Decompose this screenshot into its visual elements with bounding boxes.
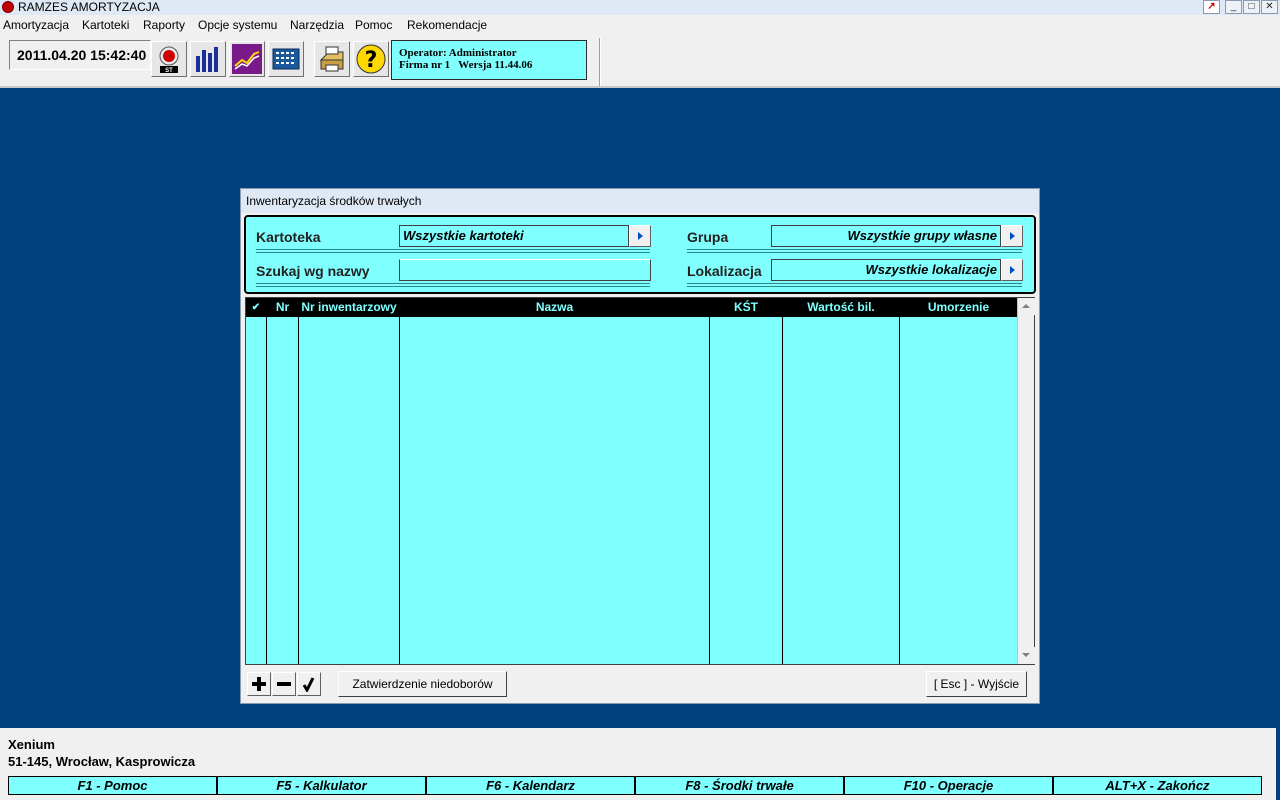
menu-opcje-systemu[interactable]: Opcje systemu <box>198 18 277 33</box>
menu-narzedzia[interactable]: Narzędzia <box>290 18 344 33</box>
printer-icon <box>319 46 344 72</box>
table-header: ✔ Nr Nr inwentarzowy Nazwa KŚT Wartość b… <box>246 298 1017 317</box>
line-chart-icon <box>232 44 262 74</box>
column-divider <box>782 298 783 664</box>
status-area: Xenium 51-145, Wrocław, Kasprowicza F1 -… <box>0 728 1276 800</box>
bar-chart-button[interactable] <box>190 41 226 77</box>
st-button[interactable]: ST <box>151 41 187 77</box>
lokalizacja-underline <box>687 283 1022 287</box>
filter-panel: Kartoteka Wszystkie kartoteki Szukaj wg … <box>244 215 1036 294</box>
printer-button[interactable] <box>314 41 350 77</box>
company-address: 51-145, Wrocław, Kasprowicza <box>8 754 196 769</box>
menu-bar: Amortyzacja Kartoteki Raporty Opcje syst… <box>0 15 1280 36</box>
st-icon: ST <box>159 46 179 74</box>
plus-icon <box>252 677 266 691</box>
svg-text:ST: ST <box>165 68 173 74</box>
f6-calendar-key[interactable]: F6 - Kalendarz <box>426 776 635 795</box>
dialog-title: Inwentaryzacja środków trwałych <box>241 189 1039 213</box>
help-icon: ? <box>356 44 386 74</box>
szukaj-underline <box>256 283 650 287</box>
remove-button[interactable] <box>272 672 296 696</box>
alt-x-quit-key[interactable]: ALT+X - Zakończ <box>1053 776 1262 795</box>
close-button[interactable]: ✕ <box>1261 0 1278 14</box>
column-divider <box>266 298 267 664</box>
kartoteka-dropdown-button[interactable] <box>629 225 651 247</box>
exit-button[interactable]: [ Esc ] - Wyjście <box>926 671 1027 697</box>
grupa-select[interactable]: Wszystkie grupy własne <box>771 225 1001 247</box>
line-chart-button[interactable] <box>229 41 265 77</box>
toolbar: 2011.04.20 15:42:40 ST ? Operator: Admin… <box>0 36 1280 88</box>
f5-calculator-key[interactable]: F5 - Kalkulator <box>217 776 426 795</box>
minimize-button[interactable]: _ <box>1225 0 1242 14</box>
col-nazwa-header[interactable]: Nazwa <box>400 298 709 317</box>
confirm-check-button[interactable] <box>297 672 321 696</box>
lokalizacja-label: Lokalizacja <box>687 263 762 279</box>
kartoteka-select[interactable]: Wszystkie kartoteki <box>399 225 629 247</box>
maximize-button[interactable]: □ <box>1243 0 1260 14</box>
column-divider <box>399 298 400 664</box>
firm-version-line: Firma nr 1 Wersja 11.44.06 <box>399 59 533 71</box>
col-kst-header[interactable]: KŚT <box>710 298 782 317</box>
f10-operations-key[interactable]: F10 - Operacje <box>844 776 1053 795</box>
company-name: Xenium <box>8 737 55 752</box>
menu-rekomendacje[interactable]: Rekomendacje <box>407 18 487 33</box>
minus-icon <box>277 682 291 686</box>
check-icon <box>302 677 315 692</box>
inventory-dialog: Inwentaryzacja środków trwałych Kartotek… <box>240 188 1040 704</box>
search-name-input[interactable] <box>399 259 651 281</box>
col-check-header[interactable]: ✔ <box>246 298 266 317</box>
szukaj-label: Szukaj wg nazwy <box>256 263 370 279</box>
col-nr-header[interactable]: Nr <box>267 298 298 317</box>
scroll-up-button[interactable] <box>1018 298 1035 315</box>
svg-text:?: ? <box>365 48 378 73</box>
datetime-display: 2011.04.20 15:42:40 <box>9 40 151 70</box>
operator-info: Operator: Administrator Firma nr 1 Wersj… <box>391 40 587 80</box>
col-nr-inwentarzowy-header[interactable]: Nr inwentarzowy <box>299 298 399 317</box>
app-shortcut-icon[interactable]: ↗ <box>1203 0 1220 14</box>
f8-fixed-assets-key[interactable]: F8 - Środki trwałe <box>635 776 844 795</box>
inventory-table[interactable]: ✔ Nr Nr inwentarzowy Nazwa KŚT Wartość b… <box>245 297 1035 665</box>
lokalizacja-dropdown-button[interactable] <box>1001 259 1023 281</box>
app-title: RAMZES AMORTYZACJA <box>18 0 160 14</box>
grupa-dropdown-button[interactable] <box>1001 225 1023 247</box>
lokalizacja-select[interactable]: Wszystkie lokalizacje <box>771 259 1001 281</box>
menu-kartoteki[interactable]: Kartoteki <box>82 18 129 33</box>
app-icon <box>2 1 14 13</box>
menu-amortyzacja[interactable]: Amortyzacja <box>3 18 69 33</box>
column-divider <box>899 298 900 664</box>
grupa-underline <box>687 249 1022 253</box>
help-button[interactable]: ? <box>353 41 389 77</box>
scroll-down-button[interactable] <box>1018 647 1035 664</box>
col-umorzenie-header[interactable]: Umorzenie <box>900 298 1017 317</box>
toolbar-separator <box>599 38 601 86</box>
confirm-shortages-button[interactable]: Zatwierdzenie niedoborów <box>338 671 507 697</box>
bar-chart-icon <box>196 47 218 72</box>
kartoteka-label: Kartoteka <box>256 229 321 245</box>
title-bar: RAMZES AMORTYZACJA ↗ _ □ ✕ <box>0 0 1280 15</box>
column-divider <box>298 298 299 664</box>
table-scrollbar[interactable] <box>1017 298 1035 664</box>
add-button[interactable] <box>247 672 271 696</box>
calculator-icon <box>272 48 300 70</box>
calculator-button[interactable] <box>268 41 304 77</box>
grupa-label: Grupa <box>687 229 729 245</box>
menu-raporty[interactable]: Raporty <box>143 18 185 33</box>
operator-line: Operator: Administrator <box>399 47 517 59</box>
col-wartosc-header[interactable]: Wartość bil. <box>783 298 899 317</box>
f1-help-key[interactable]: F1 - Pomoc <box>8 776 217 795</box>
kartoteka-underline <box>256 249 650 253</box>
column-divider <box>709 298 710 664</box>
function-key-bar: F1 - Pomoc F5 - Kalkulator F6 - Kalendar… <box>8 776 1264 795</box>
menu-pomoc[interactable]: Pomoc <box>355 18 392 33</box>
